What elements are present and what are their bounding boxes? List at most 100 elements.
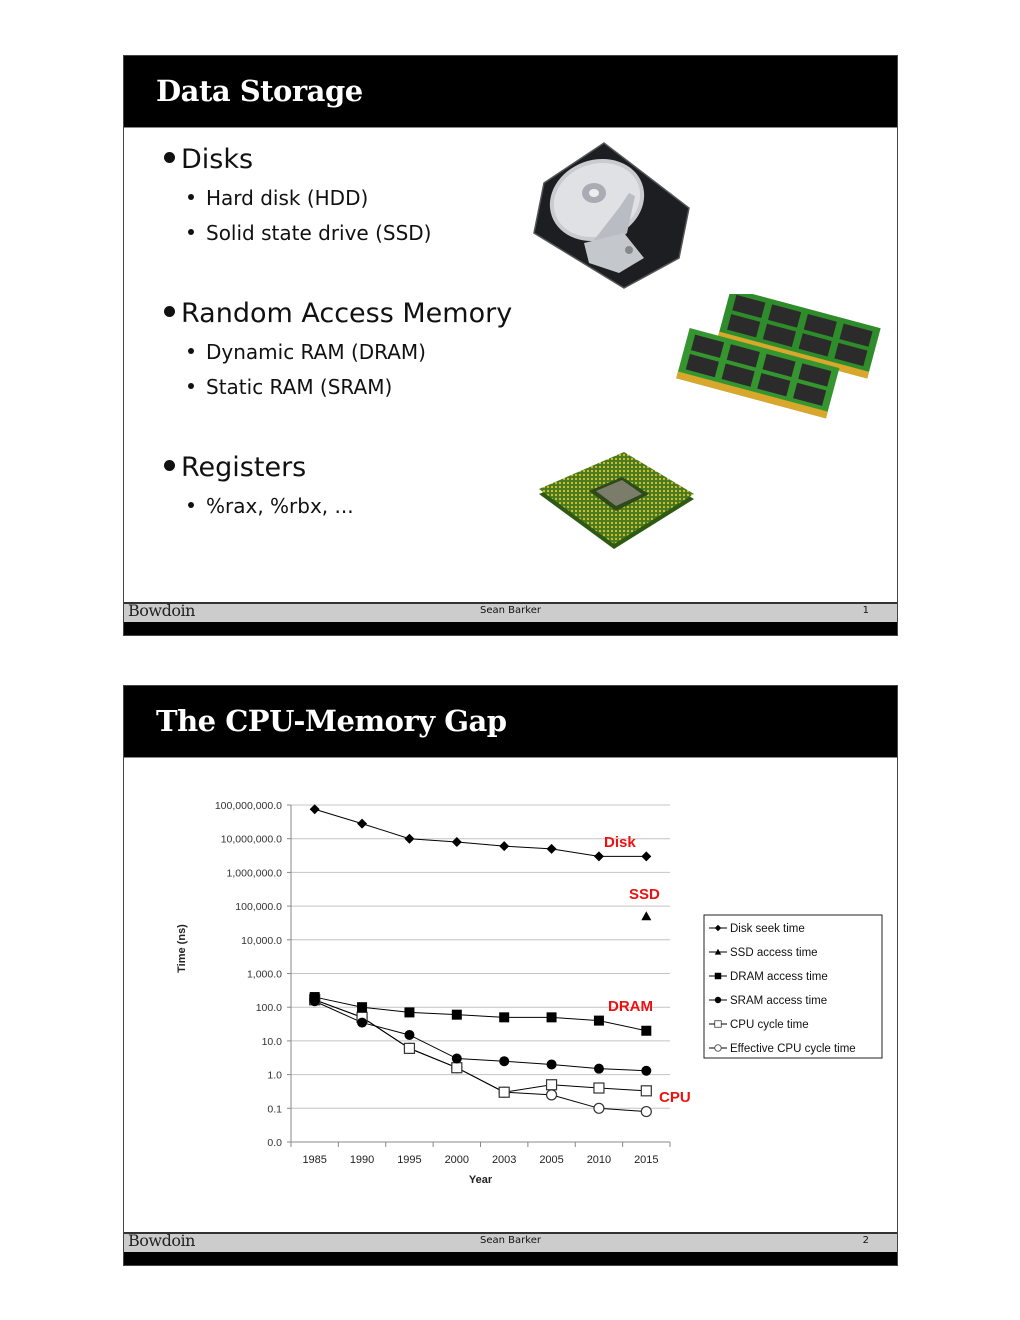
slide-footer: Bowdoin Sean Barker 2	[124, 1231, 897, 1265]
page-number: 2	[862, 1235, 869, 1246]
data-point	[641, 851, 652, 862]
legend-item: Effective CPU cycle time	[709, 1043, 856, 1055]
y-tick-label: 100.0	[256, 1002, 282, 1014]
y-tick-label: 0.0	[267, 1137, 282, 1149]
data-point	[640, 1085, 652, 1097]
bullet-icon	[164, 152, 175, 163]
data-point	[640, 1105, 652, 1118]
x-tick-label: 1990	[350, 1154, 374, 1166]
data-point	[404, 833, 415, 844]
chart-legend: Disk seek time SSD access time DRAM access…	[703, 914, 883, 1059]
annotation-cpu: CPU	[659, 1089, 691, 1106]
y-axis-label: Time (ns)	[176, 924, 188, 973]
legend-marker-icon	[714, 1020, 722, 1028]
bullet-icon	[188, 382, 194, 389]
y-tick-label: 10.0	[262, 1036, 283, 1048]
data-point	[403, 1042, 416, 1054]
data-point	[593, 1082, 605, 1094]
x-axis-label: Year	[469, 1174, 493, 1186]
footer-author: Sean Barker	[480, 605, 541, 616]
legend-marker-icon	[714, 1044, 722, 1052]
data-point	[357, 818, 368, 829]
y-tick-label: 100,000.0	[235, 901, 282, 913]
data-point	[641, 1025, 652, 1036]
x-tick-label: 2015	[634, 1154, 658, 1166]
legend-label: SRAM access time	[730, 995, 827, 1007]
bullet-icon	[188, 501, 194, 508]
y-tick-label: 100,000,000.0	[215, 800, 282, 812]
bullet-ram: Random Access Memory	[164, 298, 512, 329]
y-tick-label: 10,000,000.0	[221, 834, 282, 846]
series-line-disk-seek-time	[314, 808, 647, 857]
x-tick-label: 2010	[587, 1154, 611, 1166]
slide-title: Data Storage	[156, 74, 363, 108]
hard-disk-drive-image	[533, 142, 690, 289]
slide-footer: Bowdoin Sean Barker 1	[124, 601, 897, 635]
page-number: 1	[862, 605, 869, 616]
data-point	[404, 1007, 415, 1018]
x-tick-labels: 1985 1990 1995 2000 2003 2005 2010 2015	[302, 1154, 658, 1166]
y-tick-label: 1.0	[267, 1070, 282, 1082]
data-point	[641, 1065, 652, 1076]
data-point	[357, 1017, 368, 1028]
legend-label: CPU cycle time	[730, 1019, 809, 1031]
y-tick-label: 0.1	[267, 1103, 282, 1115]
x-tick-label: 2005	[539, 1154, 563, 1166]
chart-gridlines	[287, 804, 670, 1143]
data-point	[451, 1053, 462, 1064]
x-tick-label: 2000	[445, 1154, 469, 1166]
bullet-disks: Disks	[164, 144, 253, 175]
y-tick-label: 1,000.0	[247, 969, 282, 981]
data-point	[499, 841, 510, 852]
bullet-icon	[164, 306, 175, 317]
data-point	[499, 1056, 510, 1067]
sub-bullet: %rax, %rbx, ...	[188, 494, 354, 518]
data-point	[593, 851, 604, 862]
data-point	[546, 843, 557, 854]
slide-data-storage: Data Storage Disks Hard disk (HDD) Solid…	[123, 55, 898, 636]
legend-marker-icon	[714, 972, 722, 980]
annotation-dram: DRAM	[608, 998, 653, 1015]
legend-label: Effective CPU cycle time	[730, 1043, 856, 1055]
legend-box	[703, 914, 883, 1059]
data-point	[546, 1012, 557, 1023]
slide-title-bar: Data Storage	[124, 56, 897, 128]
legend-label: SSD access time	[730, 947, 818, 959]
data-point	[499, 1012, 510, 1023]
y-tick-label: 1,000,000.0	[227, 867, 283, 879]
data-point	[545, 1079, 558, 1091]
annotation-ssd: SSD	[629, 886, 660, 903]
data-point	[593, 1015, 604, 1026]
data-point	[451, 1062, 463, 1074]
legend-marker-icon	[714, 996, 722, 1004]
data-point	[357, 1002, 368, 1013]
cpu-memory-gap-chart: 0.0 0.1 1.0 10.0 100.0 1,000.0 10,000.0 100,000…	[176, 800, 883, 1186]
data-point	[593, 1102, 605, 1114]
sub-bullet: Dynamic RAM (DRAM)	[188, 340, 426, 364]
data-point	[404, 1029, 415, 1040]
y-tick-labels: 0.0 0.1 1.0 10.0 100.0 1,000.0 10,000.0 100,000…	[215, 800, 282, 1149]
x-tick-label: 2003	[492, 1154, 516, 1166]
bullet-icon	[188, 228, 194, 235]
data-point	[309, 804, 320, 815]
data-point	[545, 1089, 558, 1101]
bullet-registers: Registers	[164, 452, 306, 483]
series-markers	[309, 804, 652, 1118]
legend-label: DRAM access time	[730, 971, 828, 983]
data-point	[546, 1059, 557, 1070]
cpu-chip-image	[539, 452, 694, 549]
x-tick-label: 1995	[397, 1154, 421, 1166]
y-tick-label: 10,000.0	[241, 935, 282, 947]
slide-cpu-memory-gap: The CPU-Memory Gap 0.0 0.1 1.0 10.0 100.0 1,0…	[123, 685, 898, 1266]
x-tick-label: 1985	[302, 1154, 326, 1166]
sub-bullet: Static RAM (SRAM)	[188, 375, 392, 399]
footer-author: Sean Barker	[480, 1235, 541, 1246]
data-point	[451, 1009, 462, 1020]
ram-modules-image	[676, 294, 881, 419]
data-point	[309, 992, 320, 1003]
legend-label: Disk seek time	[730, 923, 805, 935]
bullet-icon	[188, 347, 194, 354]
sub-bullet: Hard disk (HDD)	[188, 186, 368, 210]
bullet-icon	[188, 193, 194, 200]
annotation-disk: Disk	[604, 834, 636, 851]
